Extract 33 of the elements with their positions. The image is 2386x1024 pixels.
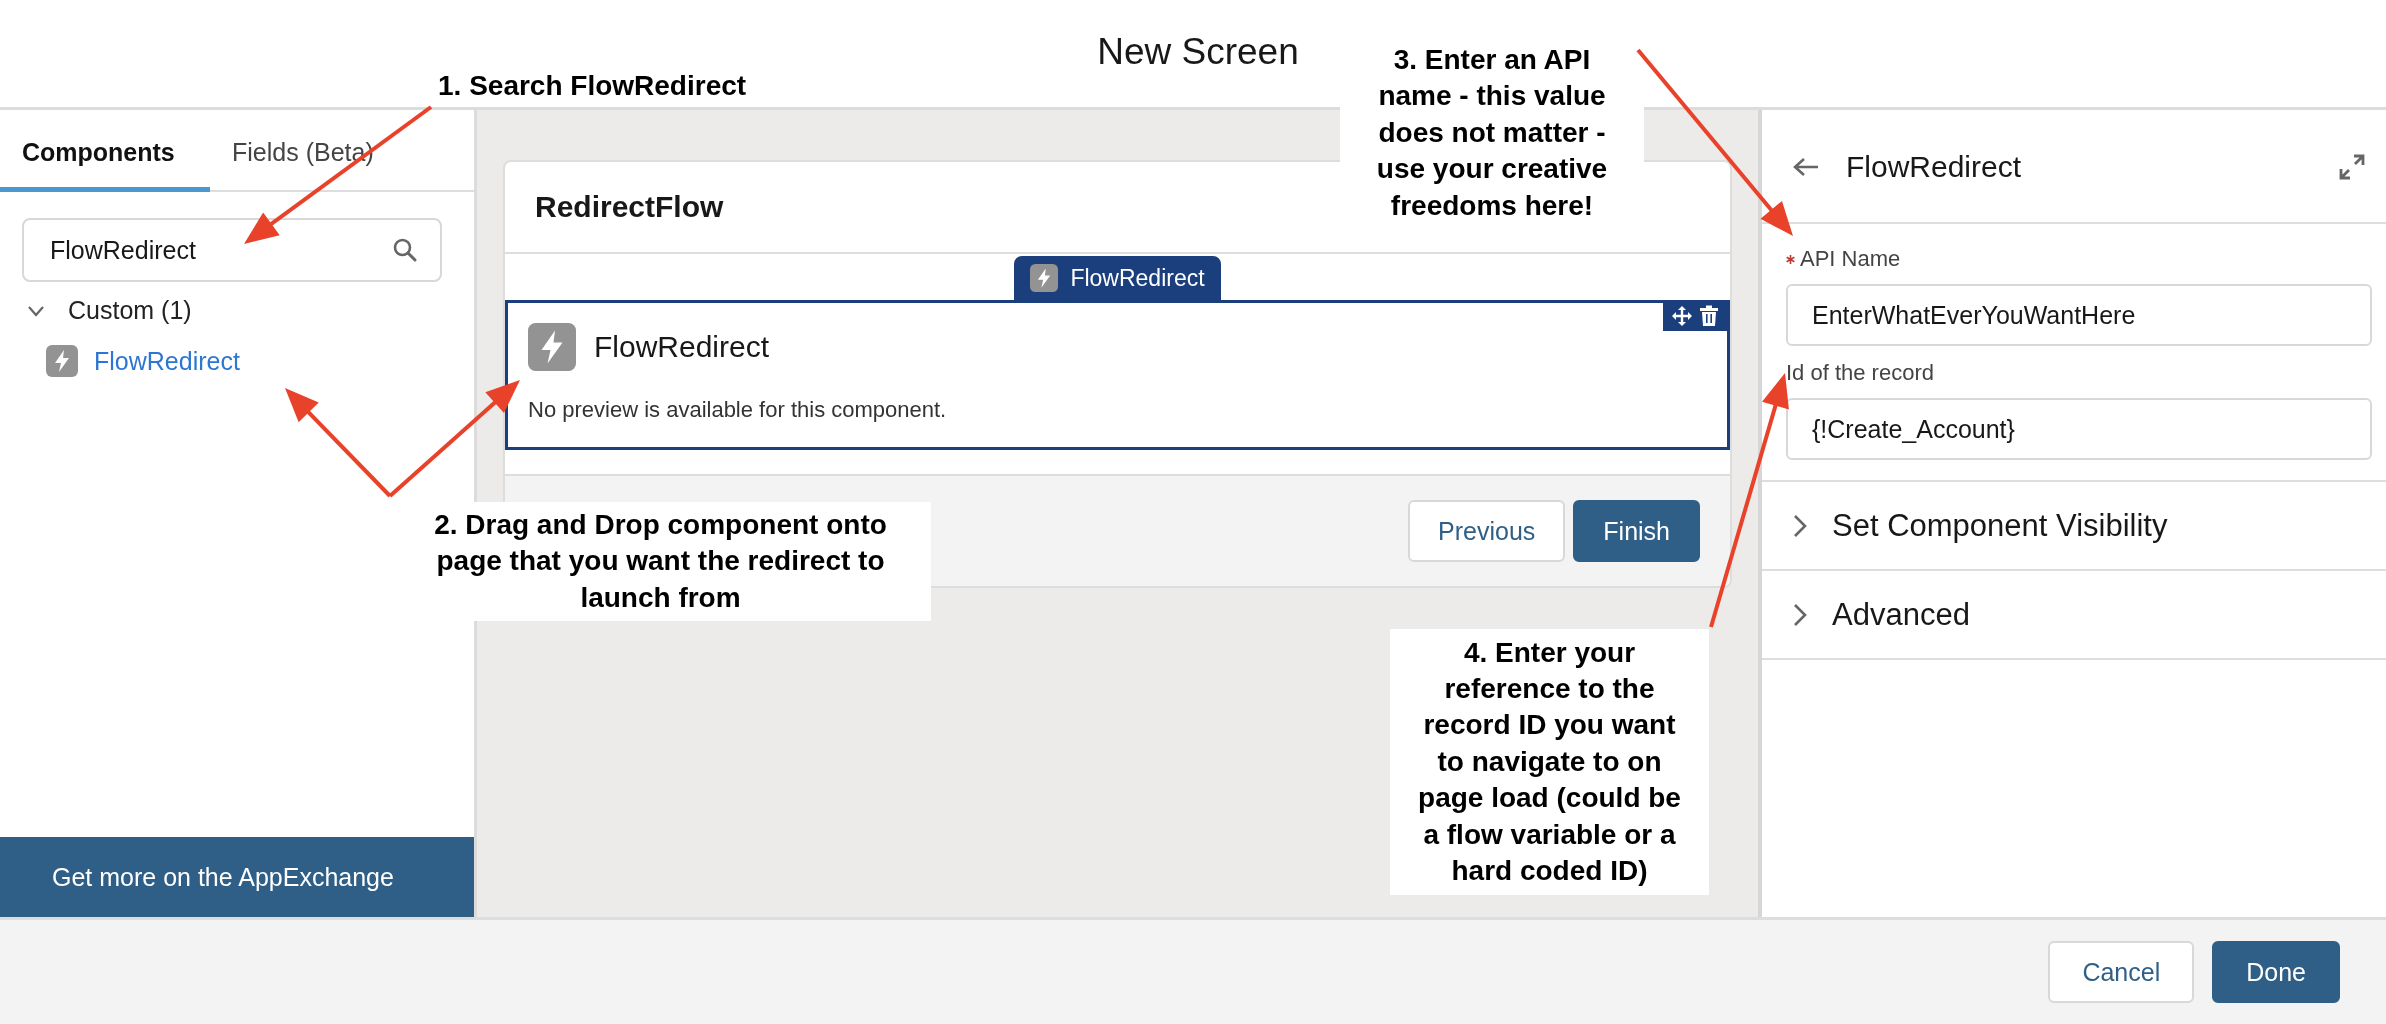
component-title: FlowRedirect [594, 330, 770, 364]
annotation-note: 4. Enter your reference to the record ID you want to navigate to on page load (could be a flow variable or a hard coded ID) [1390, 629, 1709, 895]
delete-icon[interactable] [1699, 305, 1719, 327]
group-toggle[interactable]: Custom (1) [0, 282, 474, 325]
required-icon [1786, 254, 1795, 264]
dialog-button[interactable]: Cancel [2048, 941, 2195, 1003]
dialog-button[interactable]: Done [2212, 941, 2340, 1003]
text-field[interactable]: EnterWhatEverYouWantHere [1786, 284, 2372, 346]
screen-title: New Screen [1097, 30, 1299, 73]
expand-icon[interactable] [2338, 153, 2366, 181]
back-arrow-icon[interactable] [1792, 156, 1820, 178]
component-block[interactable]: FlowRedirect No preview is available for this component. [505, 300, 1730, 450]
search-value: FlowRedirect [50, 235, 196, 265]
annotation-note: 1. Search FlowRedirect [438, 69, 748, 103]
panel-title: FlowRedirect [1846, 150, 2023, 184]
navigation-button[interactable]: Previous [1408, 500, 1566, 562]
section-toggle[interactable]: Set Component Visibility [1762, 482, 2386, 571]
lightning-icon [1030, 264, 1059, 292]
component-tag-label: FlowRedirect [1070, 264, 1205, 292]
move-icon[interactable] [1671, 305, 1693, 327]
search-field[interactable]: FlowRedirect [22, 218, 442, 282]
appexchange-button[interactable]: Get more on the AppExchange [0, 837, 474, 917]
field-label: API Name [1800, 246, 1901, 272]
preview-message: No preview is available for this component. [528, 397, 948, 423]
text-field[interactable]: {!Create_Account} [1786, 398, 2372, 460]
search-icon [392, 237, 418, 263]
lightning-icon [46, 345, 78, 377]
navigation-button[interactable]: Finish [1573, 500, 1700, 562]
lightning-icon [528, 323, 576, 371]
section-toggle[interactable]: Advanced [1762, 571, 2386, 660]
panel-tab[interactable]: Components [0, 110, 210, 192]
field-label: Id of the record [1786, 360, 1934, 386]
component-link[interactable]: FlowRedirect [94, 346, 240, 376]
